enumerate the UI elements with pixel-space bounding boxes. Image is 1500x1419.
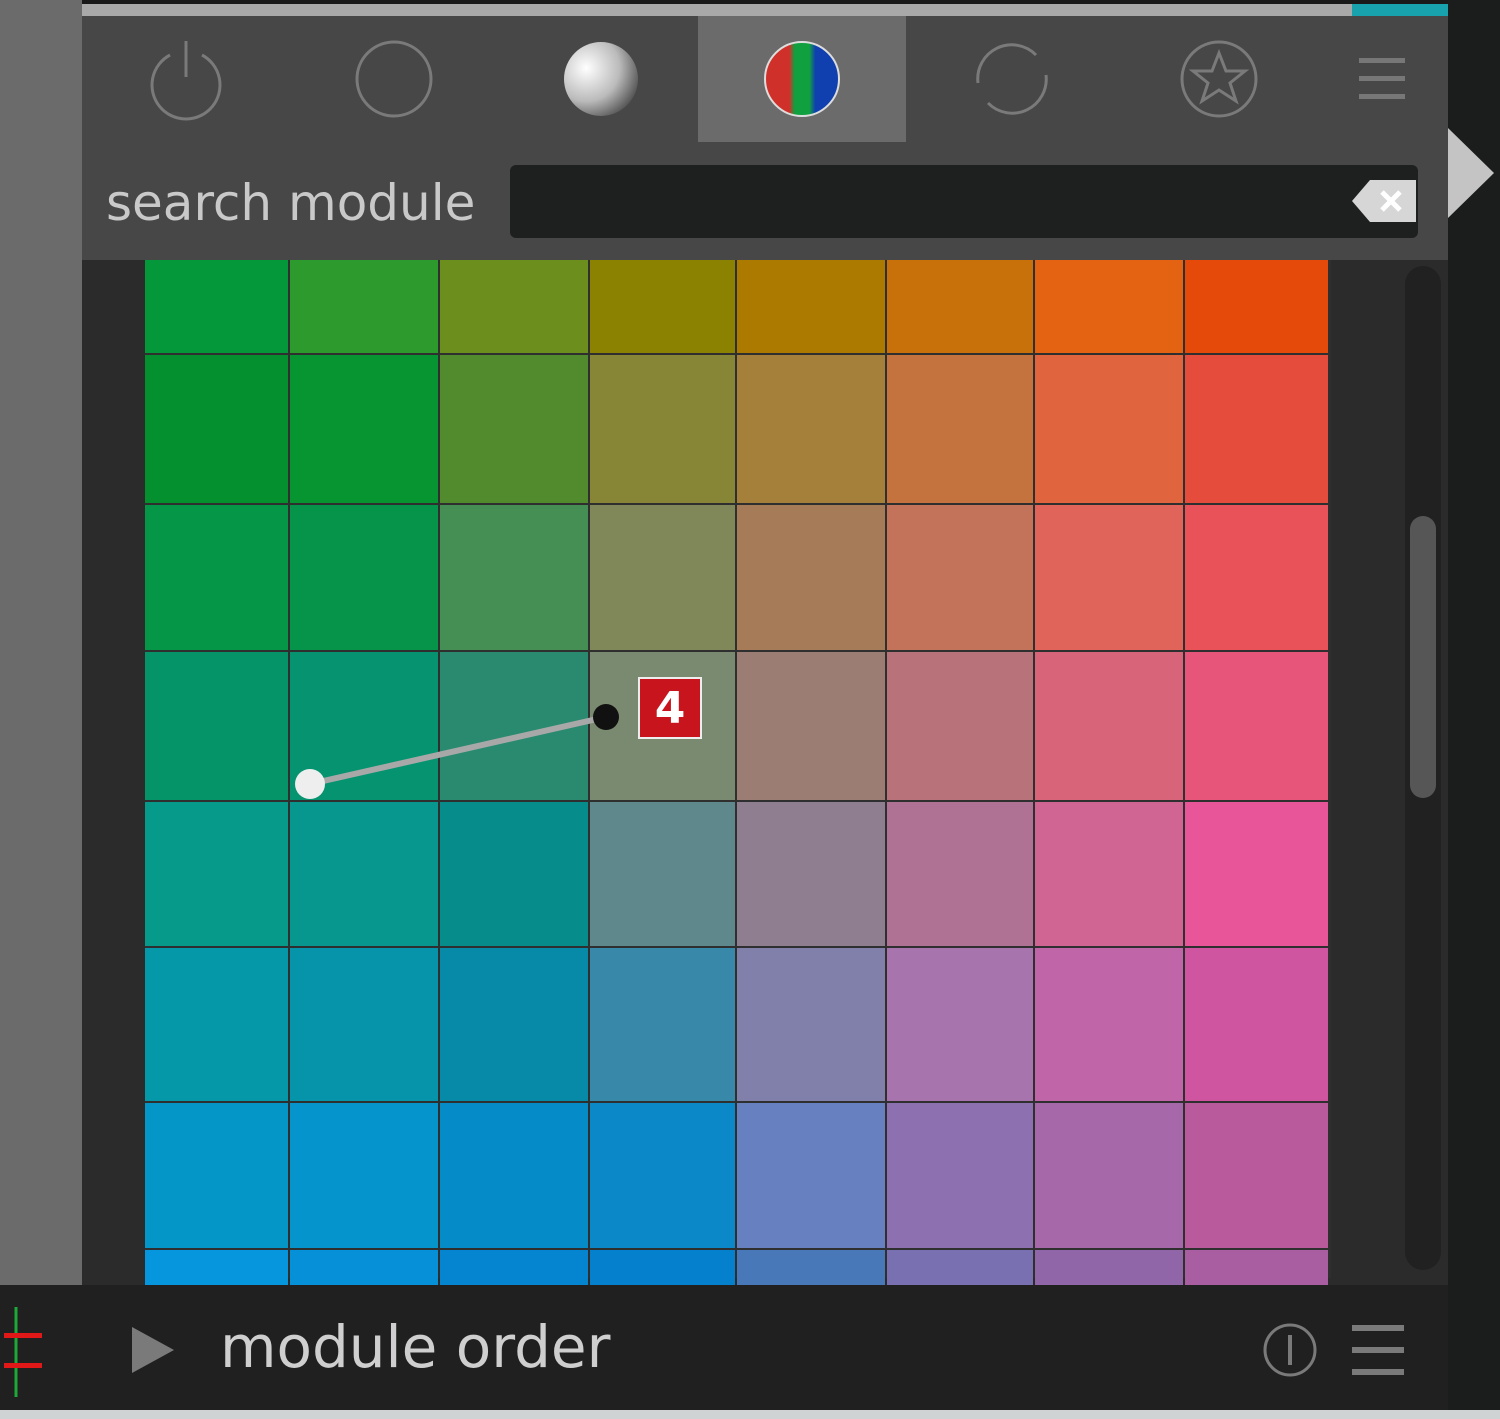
module-order-bar: module order bbox=[0, 1285, 1448, 1410]
color-sphere-icon bbox=[764, 41, 840, 117]
sphere-icon bbox=[564, 42, 638, 116]
tab-base-modules[interactable] bbox=[290, 16, 498, 142]
patch-number-badge: 4 bbox=[638, 677, 702, 739]
patch-shift-overlay bbox=[295, 704, 619, 799]
hamburger-icon bbox=[1359, 58, 1405, 99]
module-group-header: search module bbox=[82, 16, 1448, 260]
tab-tone-modules[interactable] bbox=[497, 16, 705, 142]
search-module-input[interactable] bbox=[510, 165, 1418, 238]
tab-active-modules[interactable] bbox=[82, 16, 290, 142]
module-order-indicator-icon bbox=[4, 1307, 42, 1397]
module-order-label[interactable]: module order bbox=[220, 1313, 610, 1381]
circle-icon bbox=[355, 40, 433, 118]
search-module-label: search module bbox=[106, 174, 476, 232]
star-badge-icon bbox=[1180, 40, 1258, 118]
top-progress-bar bbox=[82, 4, 1448, 16]
tab-correct-modules[interactable] bbox=[908, 16, 1116, 142]
refresh-icon bbox=[976, 43, 1048, 115]
clear-search-icon[interactable] bbox=[1352, 178, 1418, 224]
left-panel-edge bbox=[0, 0, 82, 1285]
shift-vector-line bbox=[309, 714, 607, 787]
tab-color-modules[interactable] bbox=[698, 16, 906, 142]
target-point[interactable] bbox=[593, 704, 619, 730]
tab-effect-modules[interactable] bbox=[1115, 16, 1323, 142]
reset-icon[interactable] bbox=[1262, 1321, 1318, 1379]
progress-accent bbox=[1352, 4, 1448, 16]
presets-hamburger-icon[interactable] bbox=[1352, 1323, 1404, 1377]
presets-menu-button[interactable] bbox=[1332, 16, 1432, 142]
collapse-panel-arrow-icon[interactable] bbox=[1448, 128, 1496, 218]
power-icon bbox=[150, 41, 222, 121]
expand-arrow-icon[interactable] bbox=[132, 1327, 176, 1373]
source-point[interactable] bbox=[295, 769, 325, 799]
window-bottom-edge bbox=[0, 1410, 1500, 1419]
